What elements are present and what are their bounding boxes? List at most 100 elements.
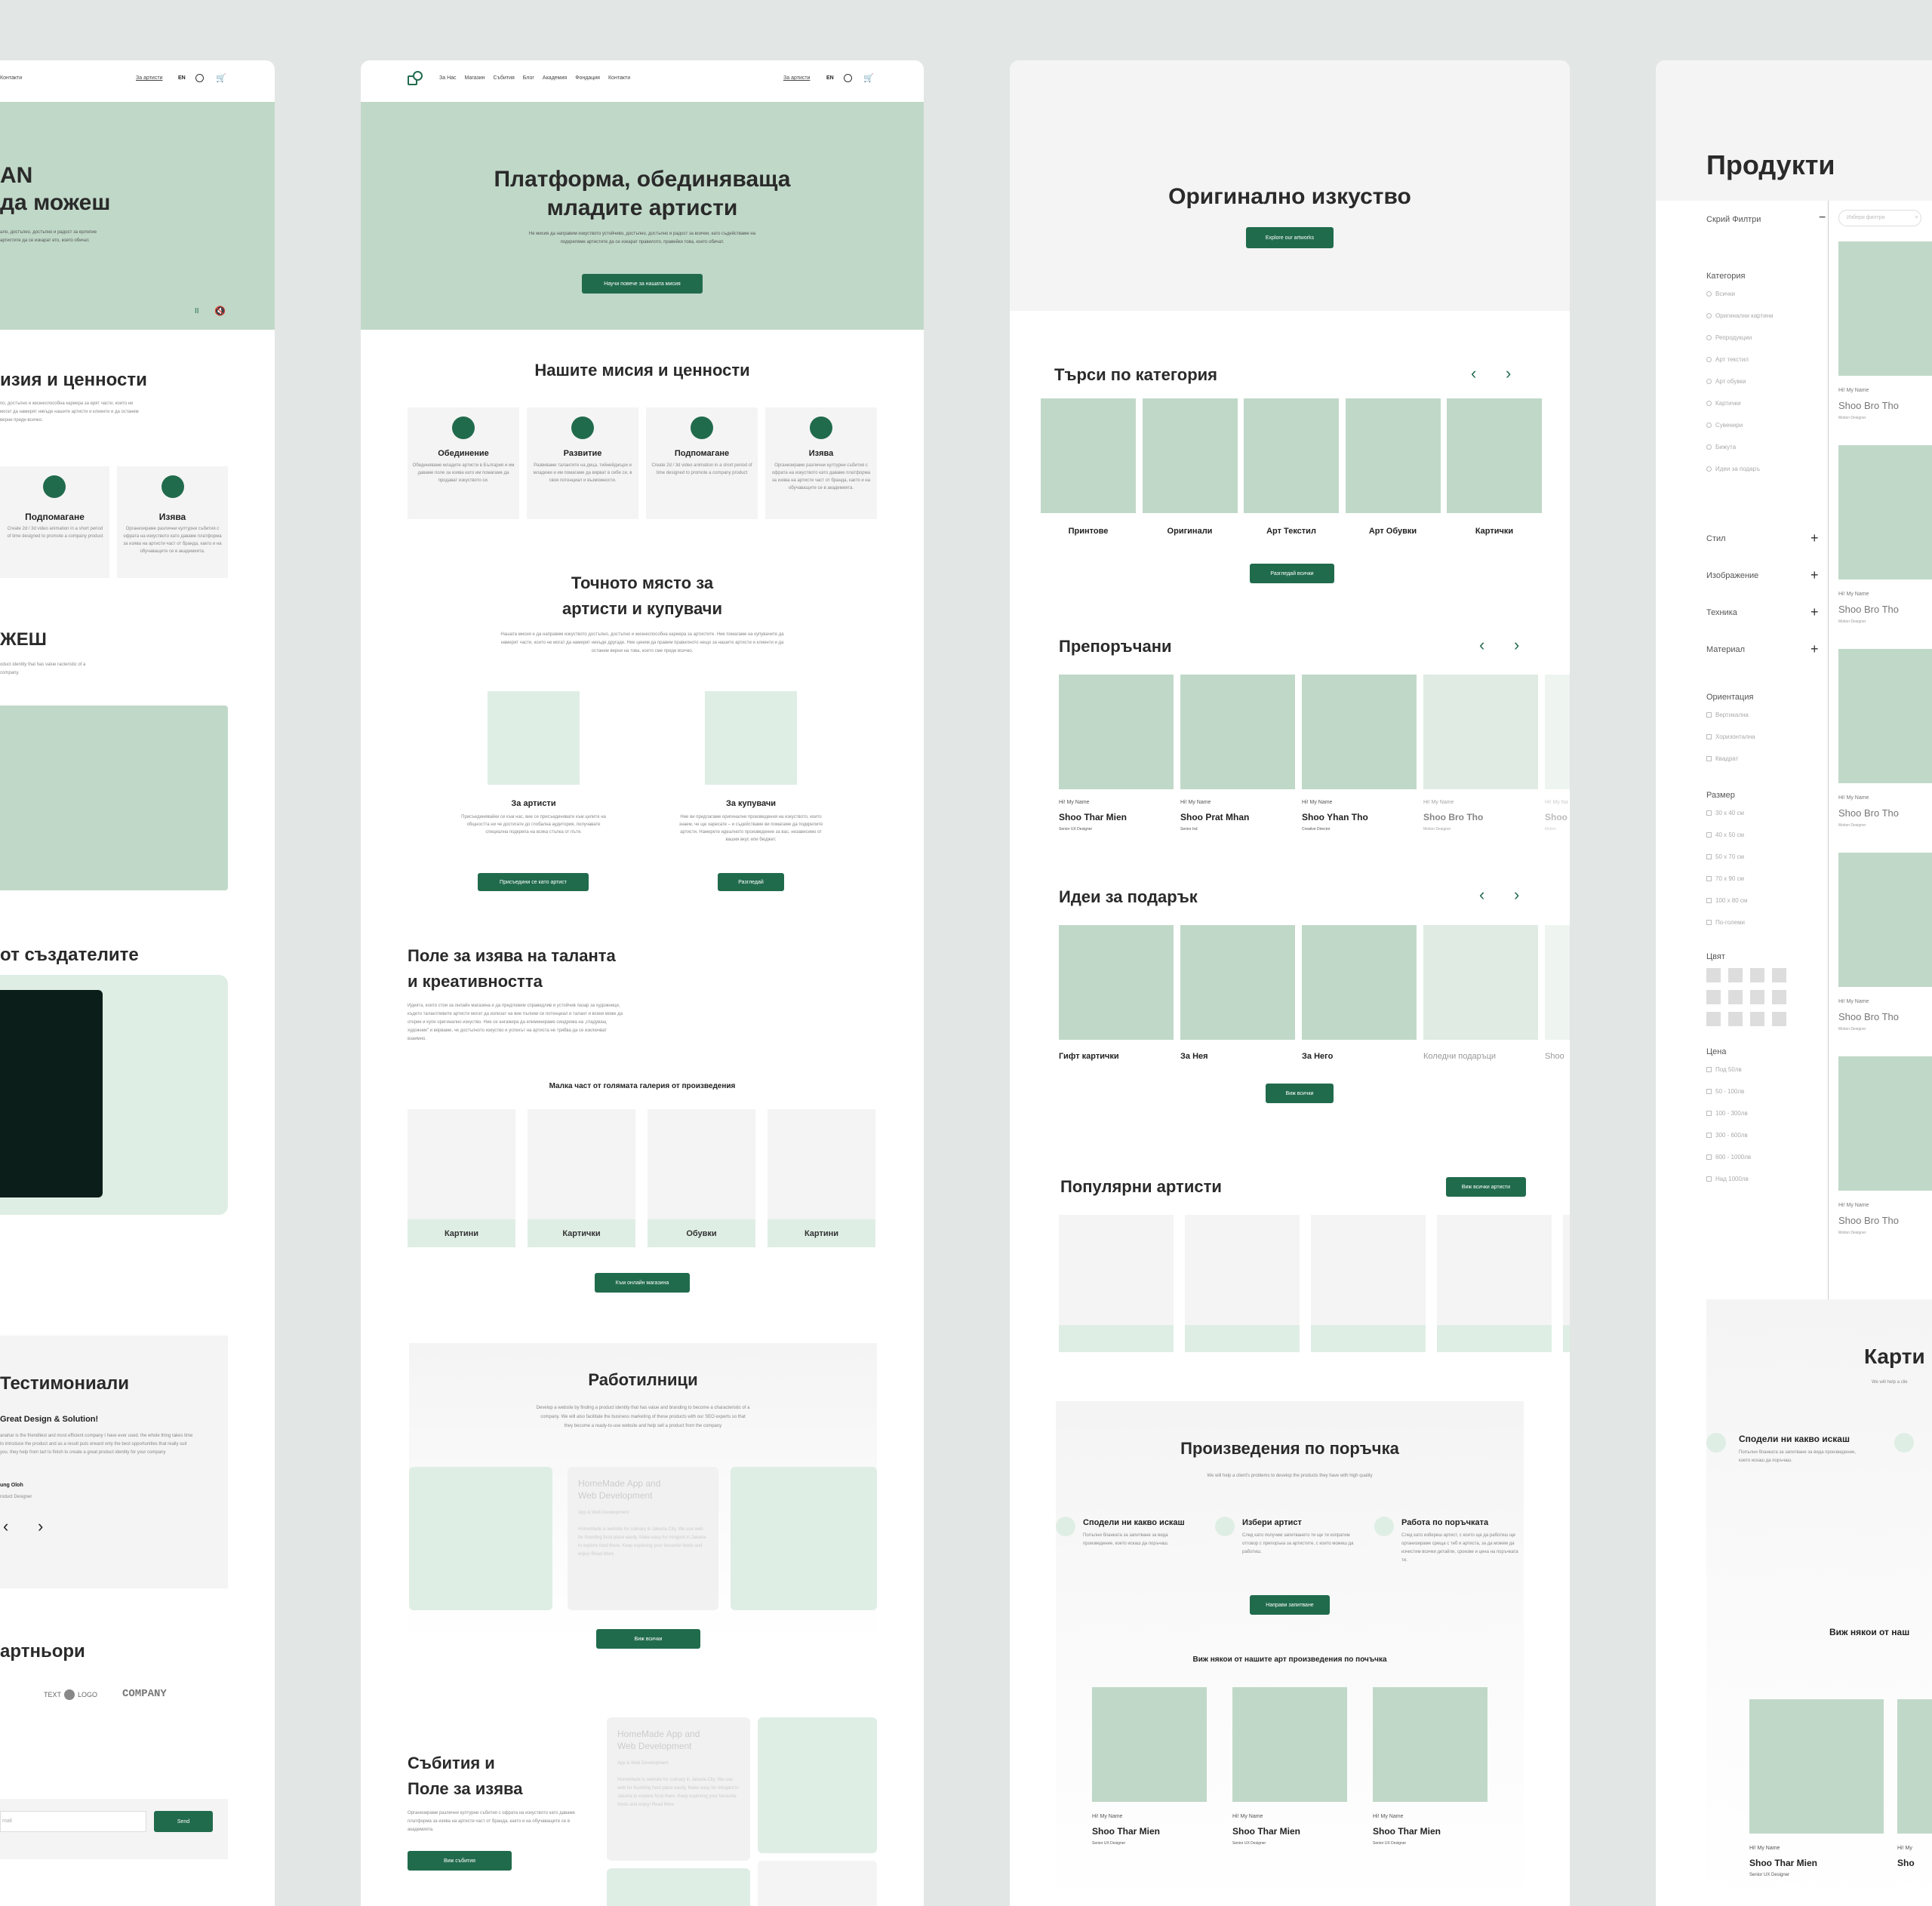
- learn-mission-button[interactable]: Научи повече за нашата мисия: [582, 274, 703, 294]
- checkbox-icon[interactable]: [1706, 1089, 1712, 1095]
- make-inquiry-button[interactable]: Направи запитване: [1250, 1595, 1330, 1615]
- filter-option[interactable]: Сувенири: [1706, 414, 1774, 436]
- radio-icon[interactable]: [1706, 466, 1712, 472]
- filter-option[interactable]: Репродукции: [1706, 327, 1774, 349]
- mute-icon[interactable]: 🔇: [214, 306, 226, 316]
- minus-icon[interactable]: −: [1819, 211, 1826, 225]
- artist-card[interactable]: [1059, 1215, 1174, 1352]
- filter-option[interactable]: 30 x 40 см: [1706, 802, 1747, 824]
- filter-option[interactable]: 100 x 80 см: [1706, 890, 1747, 911]
- color-swatch[interactable]: [1772, 1012, 1786, 1026]
- prev-arrow-icon[interactable]: ‹: [1471, 365, 1476, 382]
- radio-icon[interactable]: [1706, 313, 1712, 319]
- nav-link-artists[interactable]: За артисти: [136, 75, 162, 81]
- technique-filter[interactable]: Техника: [1706, 608, 1737, 617]
- cart-icon[interactable]: 🛒: [216, 73, 226, 83]
- hide-filters-toggle[interactable]: Скрий Филтри: [1706, 215, 1761, 224]
- category-card[interactable]: [1244, 398, 1339, 513]
- gallery-card[interactable]: Картини: [768, 1109, 875, 1247]
- style-filter[interactable]: Стил: [1706, 534, 1726, 543]
- filter-option[interactable]: 40 x 50 см: [1706, 824, 1747, 846]
- filter-option[interactable]: Над 1000лв: [1706, 1168, 1751, 1190]
- nav-link[interactable]: Събития: [494, 75, 515, 81]
- color-swatch[interactable]: [1728, 990, 1743, 1004]
- gift-image[interactable]: [1545, 925, 1570, 1040]
- checkbox-icon[interactable]: [1706, 1154, 1712, 1161]
- next-arrow-icon[interactable]: ›: [1514, 637, 1519, 653]
- browse-all-button[interactable]: Разгледай всички: [1250, 564, 1334, 583]
- category-card[interactable]: [1345, 398, 1441, 513]
- radio-icon[interactable]: [1706, 357, 1712, 363]
- filter-option[interactable]: Под 50лв: [1706, 1059, 1751, 1081]
- send-button[interactable]: Send: [154, 1811, 213, 1832]
- view-events-button[interactable]: Виж събития: [408, 1851, 512, 1871]
- filter-option[interactable]: 300 - 600лв: [1706, 1124, 1751, 1146]
- category-card[interactable]: [1142, 398, 1238, 513]
- radio-icon[interactable]: [1706, 379, 1712, 385]
- radio-icon[interactable]: [1706, 335, 1712, 341]
- checkbox-icon[interactable]: [1706, 898, 1712, 904]
- filter-option[interactable]: 600 - 1000лв: [1706, 1146, 1751, 1168]
- nav-link[interactable]: За Нас: [439, 75, 457, 81]
- color-swatch[interactable]: [1772, 990, 1786, 1004]
- product-image[interactable]: [1545, 675, 1570, 789]
- gallery-card[interactable]: Картички: [528, 1109, 635, 1247]
- custom-item-image[interactable]: [1897, 1699, 1932, 1834]
- explore-button[interactable]: Explore our artworks: [1246, 227, 1334, 248]
- join-artist-button[interactable]: Присъедини се като артист: [478, 873, 589, 891]
- radio-icon[interactable]: [1706, 423, 1712, 429]
- radio-icon[interactable]: [1706, 291, 1712, 297]
- workshop-card[interactable]: [409, 1467, 552, 1610]
- gift-image[interactable]: [1302, 925, 1417, 1040]
- filter-option[interactable]: Квадрат: [1706, 748, 1755, 770]
- gifts-view-all-button[interactable]: Виж всички: [1266, 1084, 1334, 1103]
- filter-option[interactable]: Оригинални картини: [1706, 305, 1774, 327]
- checkbox-icon[interactable]: [1706, 876, 1712, 882]
- gallery-card[interactable]: Картини: [408, 1109, 515, 1247]
- prev-arrow-icon[interactable]: ‹: [3, 1517, 8, 1536]
- gift-image[interactable]: [1423, 925, 1538, 1040]
- event-card[interactable]: HomeMade App and Web Development App & W…: [607, 1717, 750, 1861]
- filter-option[interactable]: Бижута: [1706, 436, 1774, 458]
- checkbox-icon[interactable]: [1706, 1111, 1712, 1117]
- color-swatch[interactable]: [1750, 990, 1764, 1004]
- filter-option[interactable]: Идеи за подаръ: [1706, 458, 1774, 480]
- filter-option[interactable]: Вертикална: [1706, 704, 1755, 726]
- next-arrow-icon[interactable]: ›: [38, 1517, 43, 1536]
- checkbox-icon[interactable]: [1706, 920, 1712, 926]
- product-image[interactable]: [1838, 853, 1932, 987]
- filter-option[interactable]: Картички: [1706, 392, 1774, 414]
- category-card[interactable]: [1041, 398, 1136, 513]
- plus-icon[interactable]: +: [1810, 568, 1819, 582]
- nav-link-contacts[interactable]: Контакти: [0, 75, 22, 81]
- product-image[interactable]: [1302, 675, 1417, 789]
- filter-option[interactable]: Хоризонтална: [1706, 726, 1755, 748]
- artist-card[interactable]: [1437, 1215, 1552, 1352]
- color-swatch[interactable]: [1750, 968, 1764, 982]
- color-swatch[interactable]: [1750, 1012, 1764, 1026]
- checkbox-icon[interactable]: [1706, 1067, 1712, 1073]
- gift-image[interactable]: [1059, 925, 1174, 1040]
- custom-item-image[interactable]: [1373, 1687, 1487, 1802]
- nav-link[interactable]: Фондация: [575, 75, 600, 81]
- artist-card[interactable]: [1185, 1215, 1300, 1352]
- filter-option[interactable]: Арт обувки: [1706, 370, 1774, 392]
- product-image[interactable]: [1838, 1056, 1932, 1191]
- online-shop-button[interactable]: Към онлайн магазина: [595, 1273, 690, 1293]
- product-image[interactable]: [1059, 675, 1174, 789]
- nav-link[interactable]: Магазин: [465, 75, 485, 81]
- category-card[interactable]: [1447, 398, 1542, 513]
- checkbox-icon[interactable]: [1706, 734, 1712, 740]
- radio-icon[interactable]: [1706, 401, 1712, 407]
- video-player[interactable]: [0, 990, 103, 1197]
- custom-item-image[interactable]: [1749, 1699, 1884, 1834]
- color-swatch[interactable]: [1706, 1012, 1721, 1026]
- checkbox-icon[interactable]: [1706, 810, 1712, 816]
- color-swatch[interactable]: [1728, 968, 1743, 982]
- user-icon[interactable]: [844, 74, 852, 82]
- product-image[interactable]: [1838, 445, 1932, 579]
- color-swatch[interactable]: [1706, 990, 1721, 1004]
- logo-icon[interactable]: [408, 71, 423, 86]
- event-card[interactable]: [758, 1861, 877, 1906]
- product-image[interactable]: [1838, 241, 1932, 376]
